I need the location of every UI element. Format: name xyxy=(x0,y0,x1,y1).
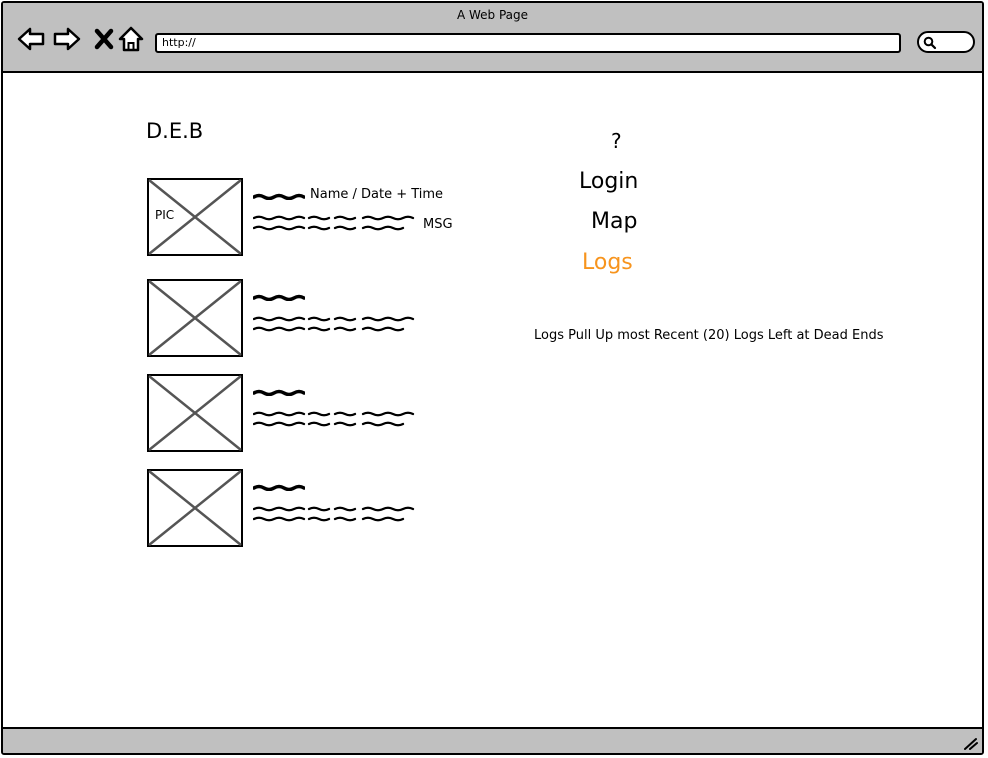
home-icon[interactable] xyxy=(117,25,145,53)
pic-label: PIC xyxy=(155,208,175,222)
window-title: A Web Page xyxy=(456,8,529,22)
log-entry[interactable] xyxy=(147,279,457,359)
image-placeholder xyxy=(147,469,243,547)
log-entry[interactable]: PIC Name / Date + Time MSG xyxy=(147,178,457,258)
log-entry[interactable] xyxy=(147,374,457,454)
redacted-name-scribble xyxy=(253,193,305,200)
browser-toolbar: A Web Page http:// xyxy=(3,3,982,73)
logs-link[interactable]: Logs xyxy=(582,250,633,275)
entry-meta-label: Name / Date + Time xyxy=(310,187,444,202)
redacted-name-scribble xyxy=(253,484,305,491)
back-arrow-icon[interactable] xyxy=(17,25,45,53)
resize-handle-icon[interactable] xyxy=(962,736,978,750)
image-placeholder xyxy=(147,374,243,452)
search-icon xyxy=(923,36,937,50)
redacted-text-scribble xyxy=(253,316,415,332)
redacted-text-scribble xyxy=(253,411,415,427)
close-icon[interactable] xyxy=(91,25,119,53)
log-entry[interactable] xyxy=(147,469,457,549)
browser-window: A Web Page http:// D.E.B PIC Name / Date… xyxy=(1,1,984,755)
page-title: D.E.B xyxy=(146,119,204,143)
entry-message-label: MSG xyxy=(423,217,453,232)
map-link[interactable]: Map xyxy=(591,209,637,234)
search-input[interactable] xyxy=(917,31,975,53)
logs-note: Logs Pull Up most Recent (20) Logs Left … xyxy=(534,328,884,343)
redacted-text-scribble xyxy=(253,506,415,522)
redacted-name-scribble xyxy=(253,389,305,396)
login-link[interactable]: Login xyxy=(579,169,638,194)
status-bar xyxy=(3,727,982,753)
image-placeholder xyxy=(147,279,243,357)
url-input[interactable]: http:// xyxy=(155,33,901,53)
redacted-name-scribble xyxy=(253,294,305,301)
redacted-text-scribble xyxy=(253,215,415,231)
forward-arrow-icon[interactable] xyxy=(53,25,81,53)
help-icon[interactable]: ? xyxy=(611,129,622,153)
